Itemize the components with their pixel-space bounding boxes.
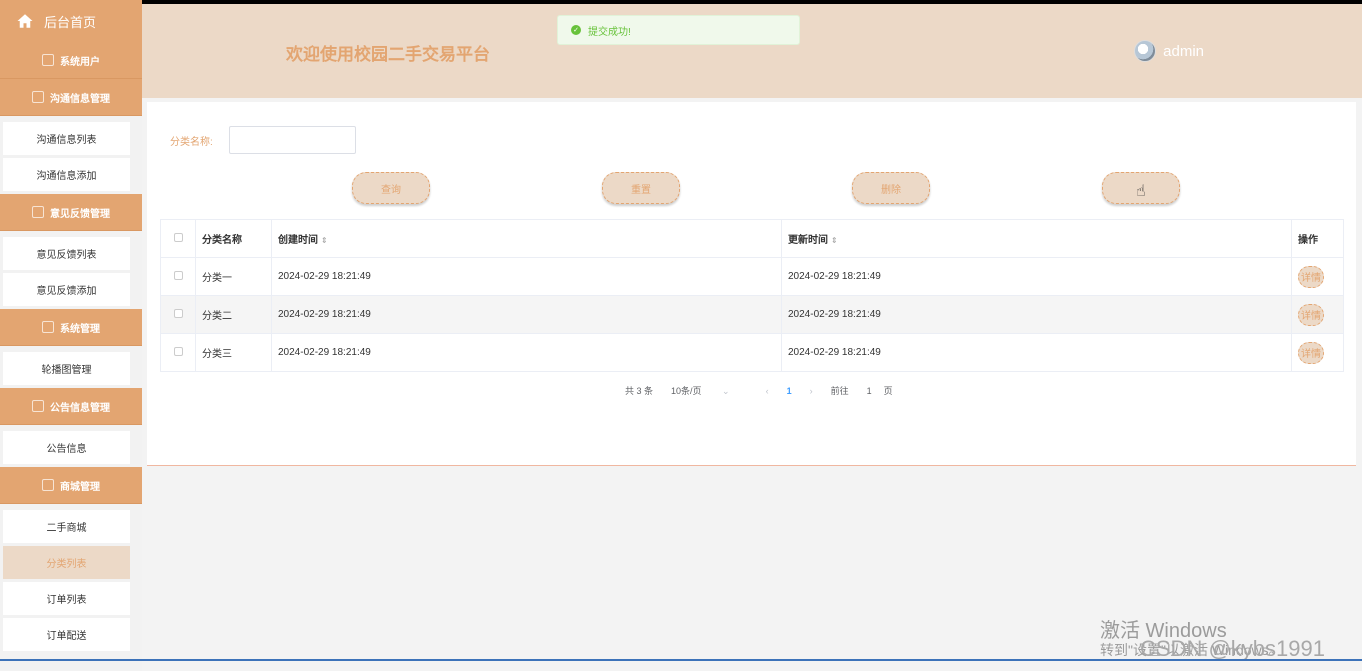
- sidebar-group-label: 商城管理: [60, 481, 100, 493]
- row-select-cell: [160, 257, 196, 296]
- col-header-updated-label: 更新时间: [788, 235, 828, 246]
- sidebar-home[interactable]: 后台首页: [0, 0, 142, 42]
- detail-button[interactable]: 详情: [1298, 265, 1324, 288]
- users-icon: [42, 54, 54, 66]
- cell-action: 详情: [1291, 295, 1344, 334]
- edit-icon: [32, 206, 44, 218]
- row-select-cell: [160, 333, 196, 372]
- sidebar-group-communication[interactable]: 沟通信息管理: [0, 79, 142, 116]
- edit-icon: [42, 321, 54, 333]
- detail-button[interactable]: 详情: [1298, 341, 1324, 364]
- cell-updated: 2024-02-29 18:21:49: [781, 333, 1292, 372]
- sidebar-group-users[interactable]: 系统用户: [0, 42, 142, 79]
- cell-action: 详情: [1291, 333, 1344, 372]
- row-select-cell: [160, 295, 196, 334]
- pager-goto-label: 前往: [830, 386, 849, 396]
- detail-button[interactable]: 详情: [1298, 303, 1324, 326]
- sidebar-item-category-list[interactable]: 分类列表: [3, 546, 130, 579]
- sidebar-group-label: 系统管理: [60, 323, 100, 335]
- avatar: [1134, 40, 1157, 62]
- next-page-icon[interactable]: ›: [810, 386, 813, 396]
- sort-icon[interactable]: ⇕: [321, 236, 328, 245]
- pager-goto-input[interactable]: 1: [867, 386, 872, 396]
- delete-button[interactable]: 删除: [852, 172, 930, 204]
- sidebar-group-label: 系统用户: [60, 56, 100, 68]
- page-title: 欢迎使用校园二手交易平台: [286, 45, 490, 64]
- success-toast: ✓ 提交成功!: [557, 15, 800, 45]
- pager-size-select[interactable]: 10条/页 ⌄: [671, 384, 748, 397]
- col-header-updated[interactable]: 更新时间 ⇕: [781, 219, 1292, 258]
- cell-name: 分类三: [195, 333, 272, 372]
- sidebar-item-feedback-list[interactable]: 意见反馈列表: [3, 237, 130, 270]
- toast-message: 提交成功!: [588, 26, 631, 38]
- pager-total: 共 3 条: [625, 386, 654, 396]
- sidebar-group-label: 公告信息管理: [50, 402, 110, 414]
- cell-created: 2024-02-29 18:21:49: [271, 257, 782, 296]
- bottom-progress-bar: [0, 659, 1362, 661]
- hand-cursor-icon: ☝: [1136, 183, 1146, 200]
- sidebar-item-order-delivery[interactable]: 订单配送: [3, 618, 130, 651]
- chevron-down-icon: ⌄: [722, 386, 730, 396]
- cell-created: 2024-02-29 18:21:49: [271, 295, 782, 334]
- mall-icon: [42, 479, 54, 491]
- sidebar-group-notice[interactable]: 公告信息管理: [0, 388, 142, 425]
- category-name-input[interactable]: [229, 126, 356, 154]
- cell-updated: 2024-02-29 18:21:49: [781, 295, 1292, 334]
- sidebar-group-label: 意见反馈管理: [50, 208, 110, 220]
- search-label: 分类名称:: [170, 137, 213, 148]
- sidebar-item-order-list[interactable]: 订单列表: [3, 582, 130, 615]
- sidebar-item-notice[interactable]: 公告信息: [3, 431, 130, 464]
- sort-icon[interactable]: ⇕: [831, 236, 838, 245]
- main-panel: 分类名称: 查询 重置 删除 添加 分类名称 创建时间⇕ 更新时间⇕ 操作 分类…: [147, 102, 1356, 466]
- user-menu[interactable]: admin: [1134, 40, 1204, 62]
- username: admin: [1163, 42, 1204, 60]
- table-row: 分类二 2024-02-29 18:21:49 2024-02-29 18:21…: [160, 295, 1344, 334]
- table-row: 分类三 2024-02-29 18:21:49 2024-02-29 18:21…: [160, 333, 1344, 372]
- cell-action: 详情: [1291, 257, 1344, 296]
- col-header-created-label: 创建时间: [278, 235, 318, 246]
- select-all-checkbox[interactable]: [173, 232, 183, 242]
- sidebar-group-label: 沟通信息管理: [50, 93, 110, 105]
- select-all-cell: [160, 219, 196, 258]
- table-header-row: 分类名称 创建时间 ⇕ 更新时间 ⇕ 操作: [160, 219, 1344, 258]
- edit-icon: [32, 91, 44, 103]
- pager-size-label: 10条/页: [671, 386, 702, 396]
- col-header-name: 分类名称: [195, 219, 272, 258]
- col-header-action: 操作: [1291, 219, 1344, 258]
- query-button[interactable]: 查询: [352, 172, 430, 204]
- sidebar-group-system[interactable]: 系统管理: [0, 309, 142, 346]
- sidebar-item-carousel[interactable]: 轮播图管理: [3, 352, 130, 385]
- row-checkbox[interactable]: [173, 346, 183, 356]
- cell-created: 2024-02-29 18:21:49: [271, 333, 782, 372]
- home-icon: [17, 14, 33, 28]
- notice-icon: [32, 400, 44, 412]
- sidebar-home-label: 后台首页: [44, 14, 97, 30]
- sidebar-item-second-hand-mall[interactable]: 二手商城: [3, 510, 130, 543]
- sidebar-item-communication-add[interactable]: 沟通信息添加: [3, 158, 130, 191]
- sidebar-group-mall[interactable]: 商城管理: [0, 467, 142, 504]
- category-table: 分类名称 创建时间 ⇕ 更新时间 ⇕ 操作 分类一 2024-02-29 18:21…: [160, 219, 1344, 372]
- sidebar-item-communication-list[interactable]: 沟通信息列表: [3, 122, 130, 155]
- col-header-created[interactable]: 创建时间 ⇕: [271, 219, 782, 258]
- table-row: 分类一 2024-02-29 18:21:49 2024-02-29 18:21…: [160, 257, 1344, 296]
- row-checkbox[interactable]: [173, 270, 183, 280]
- sidebar-item-feedback-add[interactable]: 意见反馈添加: [3, 273, 130, 306]
- sidebar-group-feedback[interactable]: 意见反馈管理: [0, 194, 142, 231]
- cell-name: 分类一: [195, 257, 272, 296]
- sidebar: 后台首页 系统用户 沟通信息管理 沟通信息列表 沟通信息添加 意见反馈管理 意见…: [0, 0, 142, 671]
- cell-name: 分类二: [195, 295, 272, 334]
- reset-button[interactable]: 重置: [602, 172, 680, 204]
- pager-page-unit: 页: [883, 386, 893, 396]
- page-number-current[interactable]: 1: [787, 386, 792, 396]
- prev-page-icon[interactable]: ‹: [766, 386, 769, 396]
- check-icon: ✓: [571, 25, 581, 35]
- pagination: 共 3 条 10条/页 ⌄ ‹ 1 › 前往 1 页: [625, 384, 911, 397]
- row-checkbox[interactable]: [173, 308, 183, 318]
- cell-updated: 2024-02-29 18:21:49: [781, 257, 1292, 296]
